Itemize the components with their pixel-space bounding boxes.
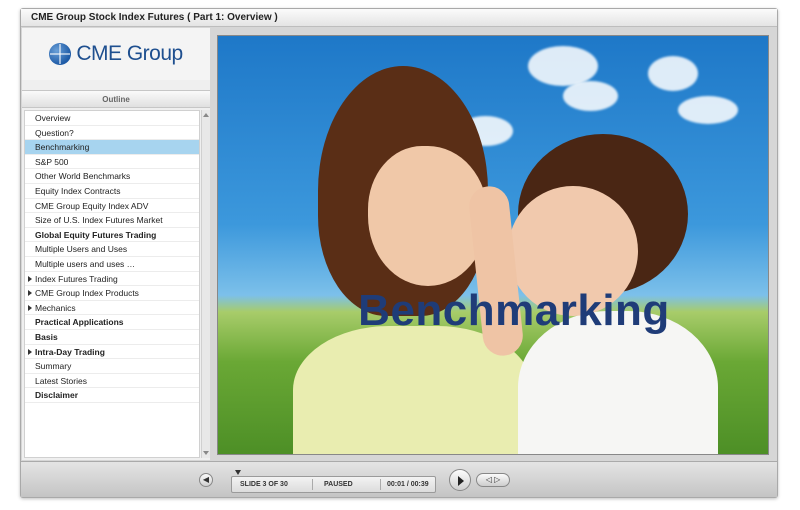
- outline-item[interactable]: Practical Applications: [25, 315, 199, 330]
- cloud-graphic: [678, 96, 738, 124]
- outline-item-label: Mechanics: [35, 302, 76, 313]
- outline-item-label: Index Futures Trading: [35, 273, 118, 284]
- outline-item-label: Disclaimer: [35, 390, 78, 401]
- tab-outline[interactable]: Outline: [22, 90, 210, 108]
- outline-item-label: Summary: [35, 361, 72, 372]
- outline-item-label: Global Equity Futures Trading: [35, 229, 157, 240]
- window-title: CME Group Stock Index Futures ( Part 1: …: [21, 9, 777, 27]
- outline-item[interactable]: Other World Benchmarks: [25, 169, 199, 184]
- outline-list: Overview Question? Benchmarking S&P 500 Othe…: [24, 110, 200, 458]
- outline-item-label: Overview: [35, 113, 71, 123]
- slide-title: Benchmarking: [358, 286, 670, 335]
- cloud-graphic: [528, 46, 598, 86]
- outline-item-label: Question?: [35, 127, 74, 138]
- playback-status: PAUSED: [324, 481, 353, 488]
- scroll-down-arrow-icon[interactable]: [203, 451, 209, 455]
- outline-item[interactable]: Basis: [25, 330, 199, 345]
- outline-item-label: Size of U.S. Index Futures Market: [35, 215, 163, 226]
- outline-item-label: Basis: [35, 331, 58, 342]
- player-controls: ◀ SLIDE 3 OF 30 PAUSED 00:01 / 00:39 ◁ ▷: [21, 461, 777, 497]
- cloud-graphic: [648, 56, 698, 91]
- scroll-up-arrow-icon[interactable]: [203, 113, 209, 117]
- outline-item[interactable]: CME Group Equity Index ADV: [25, 199, 199, 214]
- playback-time: 00:01 / 00:39: [387, 481, 429, 488]
- expand-arrow-icon[interactable]: [28, 348, 32, 355]
- expand-arrow-icon[interactable]: [28, 275, 32, 282]
- outline-scrollbar[interactable]: [201, 110, 210, 458]
- outline-item[interactable]: CME Group Index Products: [25, 286, 199, 301]
- cloud-graphic: [563, 81, 618, 111]
- outline-item-label: Other World Benchmarks: [35, 171, 131, 182]
- slide-canvas: Benchmarking: [217, 35, 769, 455]
- logo-text: CME Group: [76, 42, 183, 65]
- outline-item[interactable]: Mechanics: [25, 301, 199, 316]
- slide-counter: SLIDE 3 OF 30: [240, 481, 288, 488]
- divider: [312, 479, 313, 490]
- outline-item-label: CME Group Index Products: [35, 288, 139, 299]
- outline-item-label: Multiple users and uses …: [35, 258, 136, 269]
- outline-item[interactable]: Multiple users and uses …: [25, 257, 199, 272]
- outline-item[interactable]: Summary: [25, 359, 199, 374]
- outline-item-label: Intra-Day Trading: [35, 346, 105, 357]
- prev-next-buttons[interactable]: ◁ ▷: [476, 473, 510, 487]
- outline-item[interactable]: Benchmarking: [25, 140, 199, 155]
- progress-bar[interactable]: SLIDE 3 OF 30 PAUSED 00:01 / 00:39: [231, 470, 436, 493]
- outline-item[interactable]: Question?: [25, 126, 199, 141]
- outline-item[interactable]: Global Equity Futures Trading: [25, 228, 199, 243]
- logo: CME Group: [22, 28, 210, 80]
- outline-item[interactable]: S&P 500: [25, 155, 199, 170]
- outline-item[interactable]: Size of U.S. Index Futures Market: [25, 213, 199, 228]
- outline-item-label: Benchmarking: [35, 142, 90, 153]
- outline-item-label: Practical Applications: [35, 317, 124, 328]
- player-window: CME Group Stock Index Futures ( Part 1: …: [20, 8, 778, 498]
- divider: [380, 479, 381, 490]
- sidebar: CME Group Outline Overview Question? Bench…: [22, 28, 210, 460]
- outline-item[interactable]: Multiple Users and Uses: [25, 242, 199, 257]
- outline-item-label: S&P 500: [35, 156, 69, 167]
- outline-item[interactable]: Equity Index Contracts: [25, 184, 199, 199]
- outline-item-label: Equity Index Contracts: [35, 185, 121, 196]
- outline-item[interactable]: Overview: [25, 111, 199, 126]
- play-icon: [458, 476, 464, 486]
- outline-item[interactable]: Latest Stories: [25, 374, 199, 389]
- outline-item-label: Latest Stories: [35, 375, 87, 386]
- outline-item-label: CME Group Equity Index ADV: [35, 200, 149, 211]
- speaker-icon[interactable]: ◀: [199, 473, 213, 487]
- outline-item-label: Multiple Users and Uses: [35, 244, 128, 255]
- progress-marker-icon[interactable]: [235, 470, 241, 475]
- outline-item[interactable]: Intra-Day Trading: [25, 345, 199, 360]
- globe-icon: [49, 43, 72, 65]
- expand-arrow-icon[interactable]: [28, 290, 32, 297]
- play-button[interactable]: [449, 469, 471, 491]
- outline-item[interactable]: Disclaimer: [25, 388, 199, 403]
- outline-item[interactable]: Index Futures Trading: [25, 272, 199, 287]
- expand-arrow-icon[interactable]: [28, 304, 32, 311]
